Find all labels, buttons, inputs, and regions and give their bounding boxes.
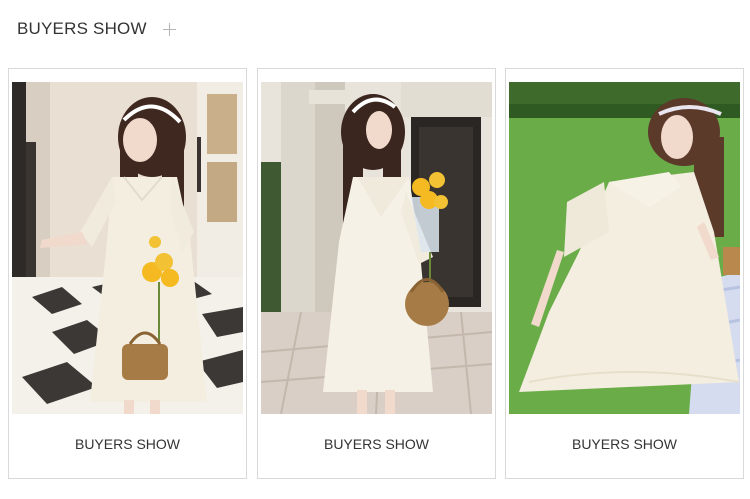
plus-icon[interactable]: [162, 22, 176, 36]
section-header: BUYERS SHOW: [17, 19, 176, 39]
buyer-show-card[interactable]: BUYERS SHOW: [257, 68, 496, 479]
card-label: BUYERS SHOW: [323, 436, 429, 452]
buyer-photo[interactable]: [509, 82, 740, 414]
buyer-show-card[interactable]: BUYERS SHOW: [505, 68, 744, 479]
buyer-photo[interactable]: [12, 82, 243, 414]
buyer-photo[interactable]: [261, 82, 492, 414]
buyer-photo-image: [12, 82, 243, 414]
card-label: BUYERS SHOW: [74, 436, 180, 452]
card-label: BUYERS SHOW: [571, 436, 677, 452]
buyer-photo-image: [509, 82, 740, 414]
buyer-show-card[interactable]: BUYERS SHOW: [8, 68, 247, 479]
section-title: BUYERS SHOW: [17, 19, 147, 38]
buyer-photo-image: [261, 82, 492, 414]
